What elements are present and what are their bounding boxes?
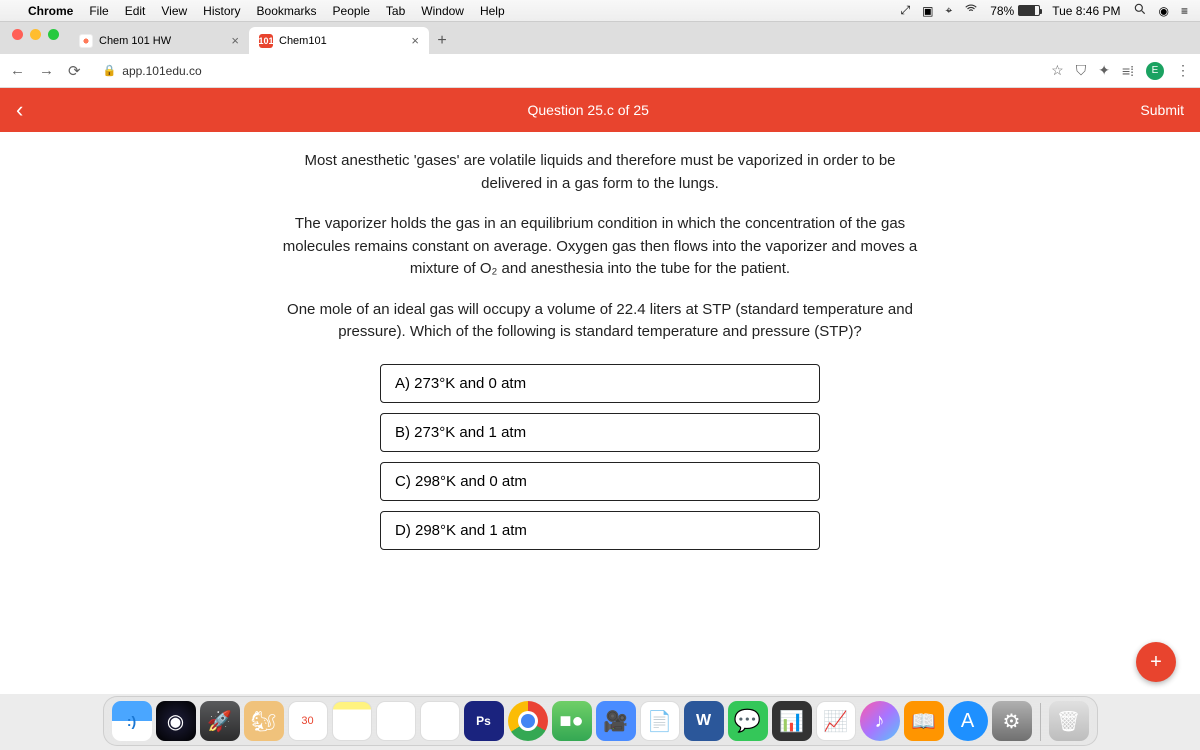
menu-help[interactable]: Help	[480, 4, 505, 18]
dock-app-icon[interactable]: 🐿	[244, 701, 284, 741]
passage-paragraph: Most anesthetic 'gases' are volatile liq…	[280, 150, 920, 195]
dock-itunes-icon[interactable]: ♪	[860, 701, 900, 741]
dock-calendar-icon[interactable]: 30	[288, 701, 328, 741]
dock-appstore-icon[interactable]: A	[948, 701, 988, 741]
nav-back-button[interactable]: ←	[10, 62, 25, 80]
bookmark-star-icon[interactable]: ☆	[1051, 62, 1064, 79]
browser-tab[interactable]: 101 Chem101 ×	[249, 27, 429, 54]
status-list-icon[interactable]: ≡	[1181, 4, 1188, 18]
new-tab-button[interactable]: +	[429, 28, 455, 54]
macos-menubar: Chrome File Edit View History Bookmarks …	[0, 0, 1200, 22]
back-button[interactable]: ‹	[16, 97, 36, 123]
dock-messages-icon[interactable]: 💬	[728, 701, 768, 741]
status-spotlight-icon[interactable]	[1133, 2, 1147, 19]
dock-pages-icon[interactable]: 📄	[640, 701, 680, 741]
window-close-button[interactable]	[12, 29, 23, 40]
tab-favicon-icon: 101	[259, 34, 273, 48]
extension-shield-icon[interactable]: ⛉	[1076, 62, 1087, 79]
menu-history[interactable]: History	[203, 4, 240, 18]
dock-separator	[1040, 703, 1041, 741]
extension-e-icon[interactable]: E	[1146, 62, 1164, 80]
answer-choice-a[interactable]: A) 273°K and 0 atm	[380, 364, 820, 403]
status-wifi-icon[interactable]	[964, 2, 978, 19]
status-display-icon[interactable]: ▣	[922, 4, 933, 18]
dock-zoom-icon[interactable]: 🎥	[596, 701, 636, 741]
dock-preview-icon[interactable]: 🖼	[376, 701, 416, 741]
extensions-puzzle-icon[interactable]: ✦	[1098, 62, 1110, 79]
question-counter: Question 25.c of 25	[36, 102, 1140, 118]
macos-dock: :) ◉ 🚀 🐿 30 🖼 ✿ Ps ■● 🎥 📄 W 💬 📊 📈 ♪ 📖 A …	[103, 696, 1098, 746]
lock-icon: 🔒	[103, 64, 117, 77]
submit-button[interactable]: Submit	[1140, 102, 1184, 118]
chrome-tabstrip: Chem 101 HW × 101 Chem101 × +	[0, 22, 1200, 54]
tab-close-button[interactable]: ×	[411, 33, 419, 48]
dock-activity-icon[interactable]: 📊	[772, 701, 812, 741]
tab-close-button[interactable]: ×	[231, 33, 239, 48]
answer-choice-b[interactable]: B) 273°K and 1 atm	[380, 413, 820, 452]
tab-title: Chem101	[279, 35, 327, 47]
battery-icon	[1018, 5, 1040, 16]
dock-chrome-icon[interactable]	[508, 701, 548, 741]
dock-settings-icon[interactable]: ⚙	[992, 701, 1032, 741]
tab-title: Chem 101 HW	[99, 35, 171, 47]
passage-paragraph: The vaporizer holds the gas in an equili…	[280, 213, 920, 281]
dock-monitor-icon[interactable]: 📈	[816, 701, 856, 741]
nav-forward-button[interactable]: →	[39, 62, 54, 80]
app-name[interactable]: Chrome	[28, 4, 73, 18]
status-fullscreen-icon[interactable]: ⤢	[900, 3, 910, 18]
battery-percent: 78%	[990, 4, 1014, 18]
status-control-center-icon[interactable]: ◉	[1159, 4, 1169, 18]
answer-choices: A) 273°K and 0 atm B) 273°K and 1 atm C)…	[380, 364, 820, 550]
address-bar[interactable]: 🔒 app.101edu.co	[93, 64, 1040, 78]
status-clock[interactable]: Tue 8:46 PM	[1052, 4, 1120, 18]
dock-siri-icon[interactable]: ◉	[156, 701, 196, 741]
dock-ibooks-icon[interactable]: 📖	[904, 701, 944, 741]
dock-photoshop-icon[interactable]: Ps	[464, 701, 504, 741]
nav-reload-button[interactable]: ⟳	[68, 62, 81, 80]
dock-trash-icon[interactable]: 🗑	[1049, 701, 1089, 741]
menu-people[interactable]: People	[333, 4, 370, 18]
window-controls	[8, 29, 69, 48]
menu-file[interactable]: File	[89, 4, 108, 18]
dock-notes-icon[interactable]	[332, 701, 372, 741]
menu-bookmarks[interactable]: Bookmarks	[257, 4, 317, 18]
window-maximize-button[interactable]	[48, 29, 59, 40]
status-battery[interactable]: 78%	[990, 4, 1040, 18]
answer-choice-c[interactable]: C) 298°K and 0 atm	[380, 462, 820, 501]
dock-photos-icon[interactable]: ✿	[420, 701, 460, 741]
chrome-toolbar: ← → ⟳ 🔒 app.101edu.co ☆ ⛉ ✦ ≡⁞ E ⋮	[0, 54, 1200, 88]
question-prompt: One mole of an ideal gas will occupy a v…	[280, 299, 920, 344]
url-text: app.101edu.co	[122, 64, 201, 78]
dock-word-icon[interactable]: W	[684, 701, 724, 741]
dock-facetime-icon[interactable]: ■●	[552, 701, 592, 741]
fab-add-button[interactable]: +	[1136, 642, 1176, 682]
menu-view[interactable]: View	[161, 4, 187, 18]
question-content: Most anesthetic 'gases' are volatile liq…	[0, 132, 1200, 694]
tab-favicon-icon	[79, 34, 93, 48]
reading-list-icon[interactable]: ≡⁞	[1122, 63, 1134, 79]
menu-window[interactable]: Window	[421, 4, 464, 18]
answer-choice-d[interactable]: D) 298°K and 1 atm	[380, 511, 820, 550]
menu-edit[interactable]: Edit	[125, 4, 146, 18]
browser-tab[interactable]: Chem 101 HW ×	[69, 27, 249, 54]
dock-region: :) ◉ 🚀 🐿 30 🖼 ✿ Ps ■● 🎥 📄 W 💬 📊 📈 ♪ 📖 A …	[0, 694, 1200, 750]
menu-tab[interactable]: Tab	[386, 4, 405, 18]
status-bluetooth-icon[interactable]: ⌖	[945, 3, 952, 18]
chrome-menu-button[interactable]: ⋮	[1176, 62, 1190, 79]
dock-finder-icon[interactable]: :)	[112, 701, 152, 741]
dock-launchpad-icon[interactable]: 🚀	[200, 701, 240, 741]
window-minimize-button[interactable]	[30, 29, 41, 40]
quiz-header: ‹ Question 25.c of 25 Submit	[0, 88, 1200, 132]
